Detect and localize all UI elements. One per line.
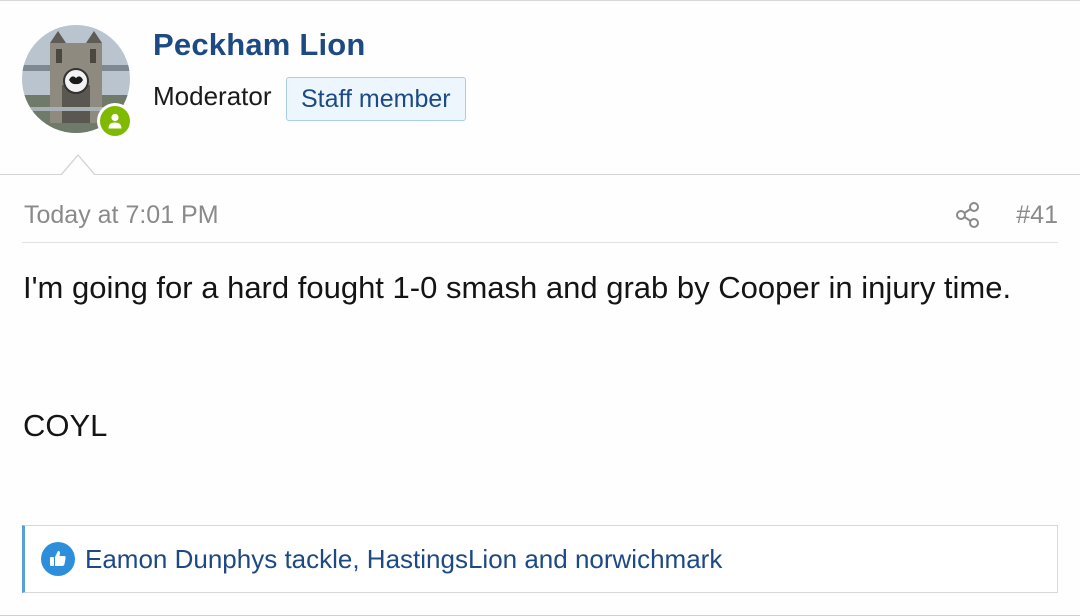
post-spacer <box>23 311 1033 403</box>
post-text-line: COYL <box>23 408 108 443</box>
post-container: Peckham Lion Moderator Staff member Toda… <box>0 0 1080 616</box>
post-text-line: I'm going for a hard fought 1-0 smash an… <box>23 270 1012 305</box>
post-number-link[interactable]: #41 <box>1016 201 1058 230</box>
post-timestamp[interactable]: Today at 7:01 PM <box>24 201 219 230</box>
online-status-badge <box>97 103 133 139</box>
staff-member-badge: Staff member <box>286 77 466 121</box>
share-icon[interactable] <box>954 201 982 229</box>
speech-arrow <box>61 156 95 176</box>
thumbs-up-icon <box>41 542 75 576</box>
reaction-users-link[interactable]: Eamon Dunphys tackle, HastingsLion and n… <box>85 544 722 575</box>
post-meta-bar: Today at 7:01 PM #41 <box>22 185 1058 243</box>
post-body: I'm going for a hard fought 1-0 smash an… <box>23 265 1033 449</box>
online-user-icon <box>100 106 130 136</box>
user-header: Peckham Lion Moderator Staff member <box>0 1 1080 175</box>
reactions-bar: Eamon Dunphys tackle, HastingsLion and n… <box>22 525 1058 593</box>
avatar-wrapper[interactable] <box>22 25 133 139</box>
user-title: Moderator <box>153 81 272 111</box>
username-link[interactable]: Peckham Lion <box>153 27 366 63</box>
